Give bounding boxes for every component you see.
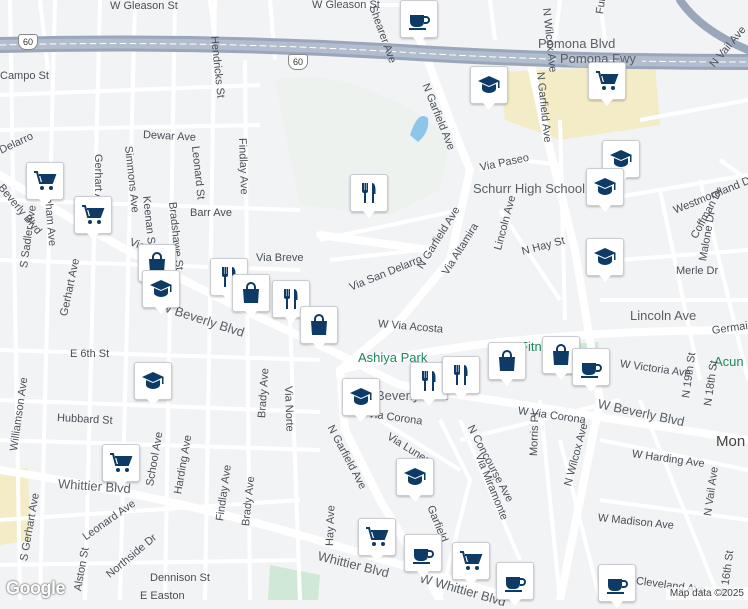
map-pin-20[interactable] xyxy=(572,348,610,392)
shopping-bag-icon xyxy=(553,344,569,365)
map-pin-17[interactable] xyxy=(442,356,480,400)
shopping-bag-icon xyxy=(243,282,259,303)
map-canvas[interactable]: 60 60 W Gleason St W Gleason St Pomona B… xyxy=(0,0,748,609)
google-logo: Google xyxy=(6,578,66,598)
map-pin-5[interactable] xyxy=(586,238,624,282)
shopping-cart-icon xyxy=(82,205,105,224)
restaurant-icon xyxy=(454,365,468,385)
map-pin-26[interactable] xyxy=(452,542,490,586)
school-icon xyxy=(478,76,500,93)
shopping-bag-icon xyxy=(311,314,327,335)
highway-shield: 60 xyxy=(288,54,308,70)
street-label: Campo St xyxy=(0,70,49,82)
street-label: W Gleason St xyxy=(110,0,178,12)
street-label: Morris Pl xyxy=(528,412,542,457)
shopping-cart-icon xyxy=(34,171,57,190)
shopping-cart-icon xyxy=(460,551,483,570)
school-icon xyxy=(350,388,372,405)
map-pin-18[interactable] xyxy=(488,342,526,386)
school-icon xyxy=(150,280,172,297)
restaurant-icon xyxy=(362,183,376,203)
street-label: Barr Ave xyxy=(190,207,232,219)
school-icon xyxy=(404,468,426,485)
map-pin-21[interactable] xyxy=(102,444,140,488)
coffee-icon xyxy=(413,549,434,564)
map-pin-15[interactable] xyxy=(134,362,172,406)
map-pin-2[interactable] xyxy=(588,62,626,106)
shopping-bag-icon xyxy=(499,350,515,371)
map-pin-4[interactable] xyxy=(586,168,624,212)
map-pin-27[interactable] xyxy=(496,562,534,606)
restaurant-icon xyxy=(422,371,436,391)
street-label: Hay Ave xyxy=(324,505,338,547)
map-pin-24[interactable] xyxy=(358,518,396,562)
map-pin-25[interactable] xyxy=(404,534,442,578)
street-label: Dennison St xyxy=(150,572,210,584)
map-pin-10[interactable] xyxy=(142,270,180,314)
coffee-icon xyxy=(505,577,526,592)
map-pin-8[interactable] xyxy=(350,174,388,218)
map-pin-6[interactable] xyxy=(26,162,64,206)
map-pin-28[interactable] xyxy=(598,564,636,608)
street-label: E 6th St xyxy=(70,348,110,360)
shopping-cart-icon xyxy=(110,453,133,472)
street-label: Findlay Ave xyxy=(236,137,250,195)
school-icon xyxy=(142,372,164,389)
city-label: Mon xyxy=(716,433,746,450)
coffee-icon xyxy=(607,579,628,594)
street-label: Via Norte xyxy=(282,385,296,432)
map-pin-22[interactable] xyxy=(342,378,380,422)
school-icon xyxy=(594,248,616,265)
street-label: E Easton xyxy=(140,590,185,602)
shopping-cart-icon xyxy=(596,71,619,90)
street-label: Merle Dr xyxy=(676,265,719,277)
map-pin-7[interactable] xyxy=(74,196,112,240)
coffee-icon xyxy=(409,15,430,30)
map-pin-14[interactable] xyxy=(300,306,338,350)
map-pin-0[interactable] xyxy=(400,0,438,44)
school-icon xyxy=(594,178,616,195)
street-label: Lincoln Ave xyxy=(630,308,697,323)
street-label: Via Breve xyxy=(256,252,304,264)
coffee-icon xyxy=(581,363,602,378)
map-pin-1[interactable] xyxy=(470,66,508,110)
map-attribution[interactable]: Map data ©2025 xyxy=(665,587,748,600)
map-pin-12[interactable] xyxy=(232,274,270,318)
highway-shield: 60 xyxy=(18,34,38,50)
school-label: Schurr High School xyxy=(473,181,585,196)
shopping-cart-icon xyxy=(366,527,389,546)
map-pin-23[interactable] xyxy=(396,458,434,502)
